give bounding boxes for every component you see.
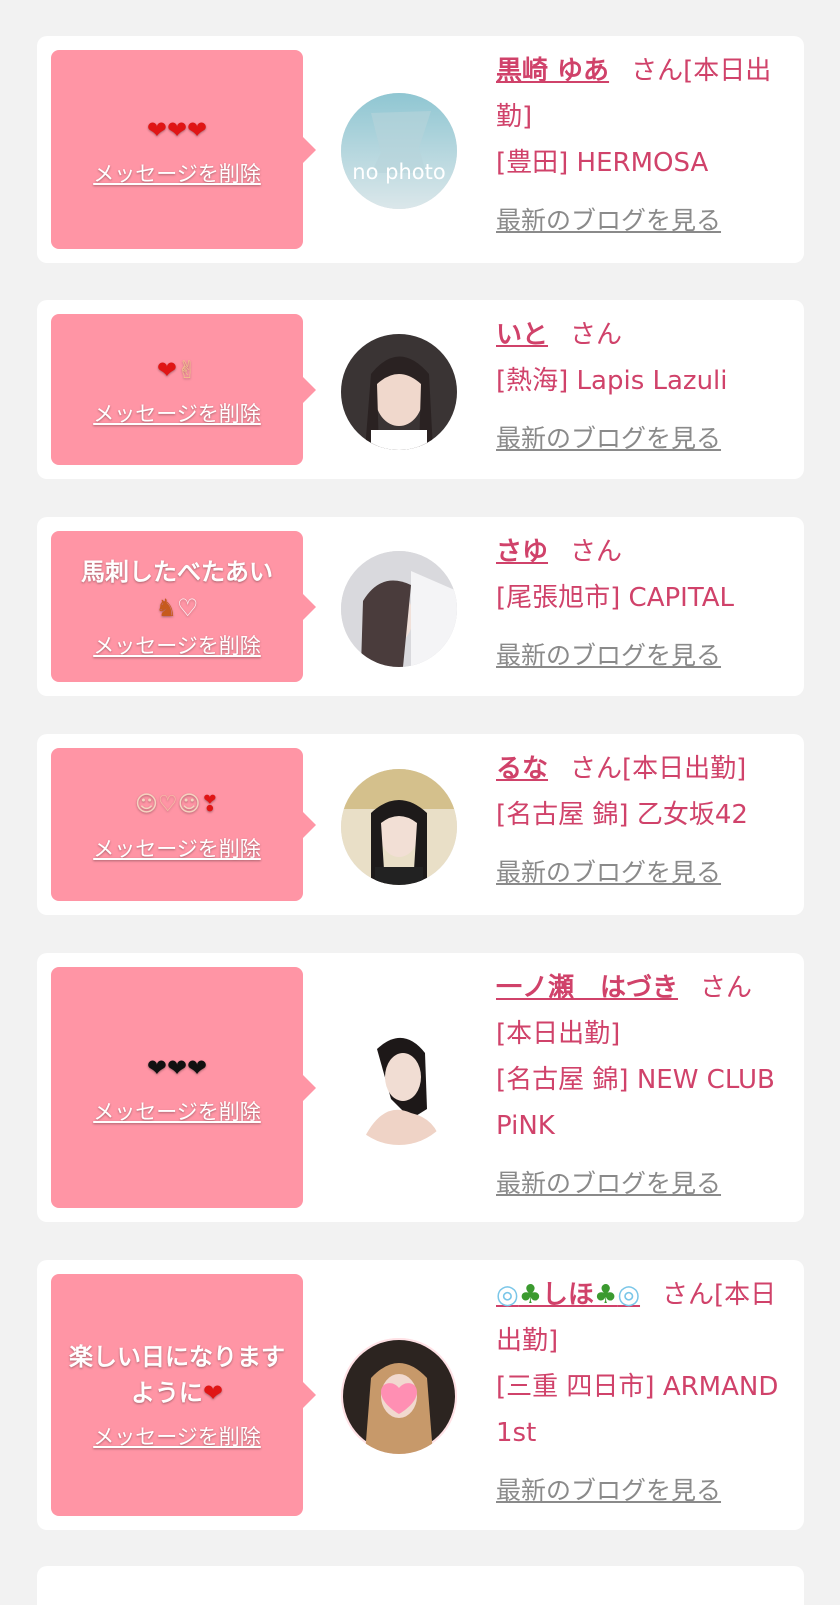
cast-card xyxy=(37,1566,804,1605)
bubbles-icon: ◎ xyxy=(617,1280,641,1310)
message-bubble: ❤❤❤ メッセージを削除 xyxy=(51,50,316,249)
victory-hand-icon: ✌ xyxy=(177,355,198,384)
cast-card: ❤❤❤ メッセージを削除 一ノ瀬 はづき さん [本日出勤] [名古屋 錦] NE… xyxy=(37,953,804,1222)
photo-avatar[interactable] xyxy=(341,1338,457,1454)
cast-name-link[interactable]: さゆ xyxy=(496,537,548,567)
latest-blog-link[interactable]: 最新のブログを見る xyxy=(496,633,721,679)
photo-avatar[interactable] xyxy=(341,1029,457,1145)
honorific: さん xyxy=(570,754,623,784)
delete-message-link[interactable]: メッセージを削除 xyxy=(93,1421,261,1451)
cast-info: 黒崎 ゆあ さん[本日出勤] [豊田] HERMOSA 最新のブログを見る xyxy=(496,48,796,244)
photo-avatar[interactable] xyxy=(341,334,457,450)
cast-info: 一ノ瀬 はづき さん [本日出勤] [名古屋 錦] NEW CLUB PiNK 最… xyxy=(496,965,796,1207)
angel-face-icon: ☺ xyxy=(134,791,158,817)
shop-name: [名古屋 錦] NEW CLUB PiNK xyxy=(496,1065,775,1141)
cast-info: ◎♣しほ♣◎ さん[本日出勤] [三重 四日市] ARMAND 1st 最新のブロ… xyxy=(496,1272,796,1514)
shop-name: [豊田] HERMOSA xyxy=(496,148,709,178)
two-hearts-icon: ❣ xyxy=(200,791,220,817)
delete-message-link[interactable]: メッセージを削除 xyxy=(93,398,261,428)
message-content: ❤✌ xyxy=(157,352,197,388)
delete-message-link[interactable]: メッセージを削除 xyxy=(93,630,261,660)
honorific: さん xyxy=(662,1280,715,1310)
heart-hands-icon: ♡ xyxy=(157,791,178,817)
cast-card: 楽しい日になりますように❤ メッセージを削除 ◎♣しほ♣◎ さん[本日出勤] [三… xyxy=(37,1260,804,1530)
cast-card: ❤✌ メッセージを削除 いと さん [熱海] Lapis Lazuli 最新のブロ… xyxy=(37,300,804,479)
cast-card: 馬刺したべたあい ♞♡ メッセージを削除 さゆ さん [尾張旭市] CAPITAL… xyxy=(37,517,804,696)
honorific: さん xyxy=(570,537,623,567)
cast-name-link[interactable]: ◎♣しほ♣◎ xyxy=(496,1280,640,1310)
honorific: さん xyxy=(570,320,623,350)
latest-blog-link[interactable]: 最新のブログを見る xyxy=(496,1468,721,1514)
palm-tree-icon: ♣ xyxy=(518,1280,542,1310)
honorific: さん xyxy=(700,973,753,1003)
cast-info: さゆ さん [尾張旭市] CAPITAL 最新のブログを見る xyxy=(496,529,796,679)
no-photo-text: no photo xyxy=(352,160,445,184)
message-bubble: 楽しい日になりますように❤ メッセージを削除 xyxy=(51,1274,316,1516)
photo-avatar[interactable] xyxy=(341,551,457,667)
heart-icon: ❤❤❤ xyxy=(146,115,208,144)
honorific: さん xyxy=(631,56,684,86)
cast-info: るな さん[本日出勤] [名古屋 錦] 乙女坂42 最新のブログを見る xyxy=(496,746,796,896)
message-content: 馬刺したべたあい ♞♡ xyxy=(81,554,273,626)
bubbles-icon: ◎ xyxy=(496,1280,519,1310)
cast-card: ☺♡☺❣ メッセージを削除 るな さん[本日出勤] [名古屋 錦] 乙女坂42 最… xyxy=(37,734,804,915)
shop-name: [尾張旭市] CAPITAL xyxy=(496,583,734,613)
message-text: 馬刺したべたあい xyxy=(81,557,273,586)
no-photo-avatar[interactable]: no photo xyxy=(341,93,457,209)
palm-tree-icon: ♣ xyxy=(594,1280,618,1310)
message-content: ❤❤❤ xyxy=(147,112,207,148)
cast-name-link[interactable]: 黒崎 ゆあ xyxy=(496,56,609,86)
cast-name-link[interactable]: 一ノ瀬 はづき xyxy=(496,973,678,1003)
heart-icon: ❤ xyxy=(156,355,177,384)
message-content: ❤❤❤ xyxy=(147,1050,207,1086)
cast-name-link[interactable]: いと xyxy=(496,320,548,350)
message-bubble: ❤❤❤ メッセージを削除 xyxy=(51,967,316,1208)
cast-name-link[interactable]: るな xyxy=(496,754,548,784)
sparkling-heart-icon: ❤ xyxy=(202,1379,224,1407)
cast-info: いと さん [熱海] Lapis Lazuli 最新のブログを見る xyxy=(496,312,796,462)
white-heart-icon: ♡ xyxy=(177,593,199,622)
shop-name: [名古屋 錦] 乙女坂42 xyxy=(496,800,748,830)
latest-blog-link[interactable]: 最新のブログを見る xyxy=(496,850,721,896)
horse-icon: ♞ xyxy=(155,593,177,622)
latest-blog-link[interactable]: 最新のブログを見る xyxy=(496,198,721,244)
delete-message-link[interactable]: メッセージを削除 xyxy=(93,833,261,863)
message-content: 楽しい日になりますように❤ xyxy=(61,1339,293,1411)
delete-message-link[interactable]: メッセージを削除 xyxy=(93,158,261,188)
attendance-status: [本日出勤] xyxy=(496,1019,621,1049)
shop-name: [三重 四日市] ARMAND 1st xyxy=(496,1372,779,1448)
shop-name: [熱海] Lapis Lazuli xyxy=(496,366,728,396)
black-heart-icon: ❤❤❤ xyxy=(146,1053,208,1082)
favorite-cast-list: ❤❤❤ メッセージを削除 no photo 黒崎 ゆあ さん[本日出勤] [豊田]… xyxy=(0,0,840,1605)
message-content: ☺♡☺❣ xyxy=(135,787,219,823)
message-text: 楽しい日になりますように xyxy=(69,1343,285,1407)
latest-blog-link[interactable]: 最新のブログを見る xyxy=(496,1161,721,1207)
message-bubble: ❤✌ メッセージを削除 xyxy=(51,314,316,465)
delete-message-link[interactable]: メッセージを削除 xyxy=(93,1096,261,1126)
latest-blog-link[interactable]: 最新のブログを見る xyxy=(496,416,721,462)
attendance-status: [本日出勤] xyxy=(622,754,747,784)
photo-avatar[interactable] xyxy=(341,769,457,885)
cast-card: ❤❤❤ メッセージを削除 no photo 黒崎 ゆあ さん[本日出勤] [豊田]… xyxy=(37,36,804,263)
message-bubble: 馬刺したべたあい ♞♡ メッセージを削除 xyxy=(51,531,316,682)
angel-face-icon: ☺ xyxy=(177,791,201,817)
message-bubble: ☺♡☺❣ メッセージを削除 xyxy=(51,748,316,901)
